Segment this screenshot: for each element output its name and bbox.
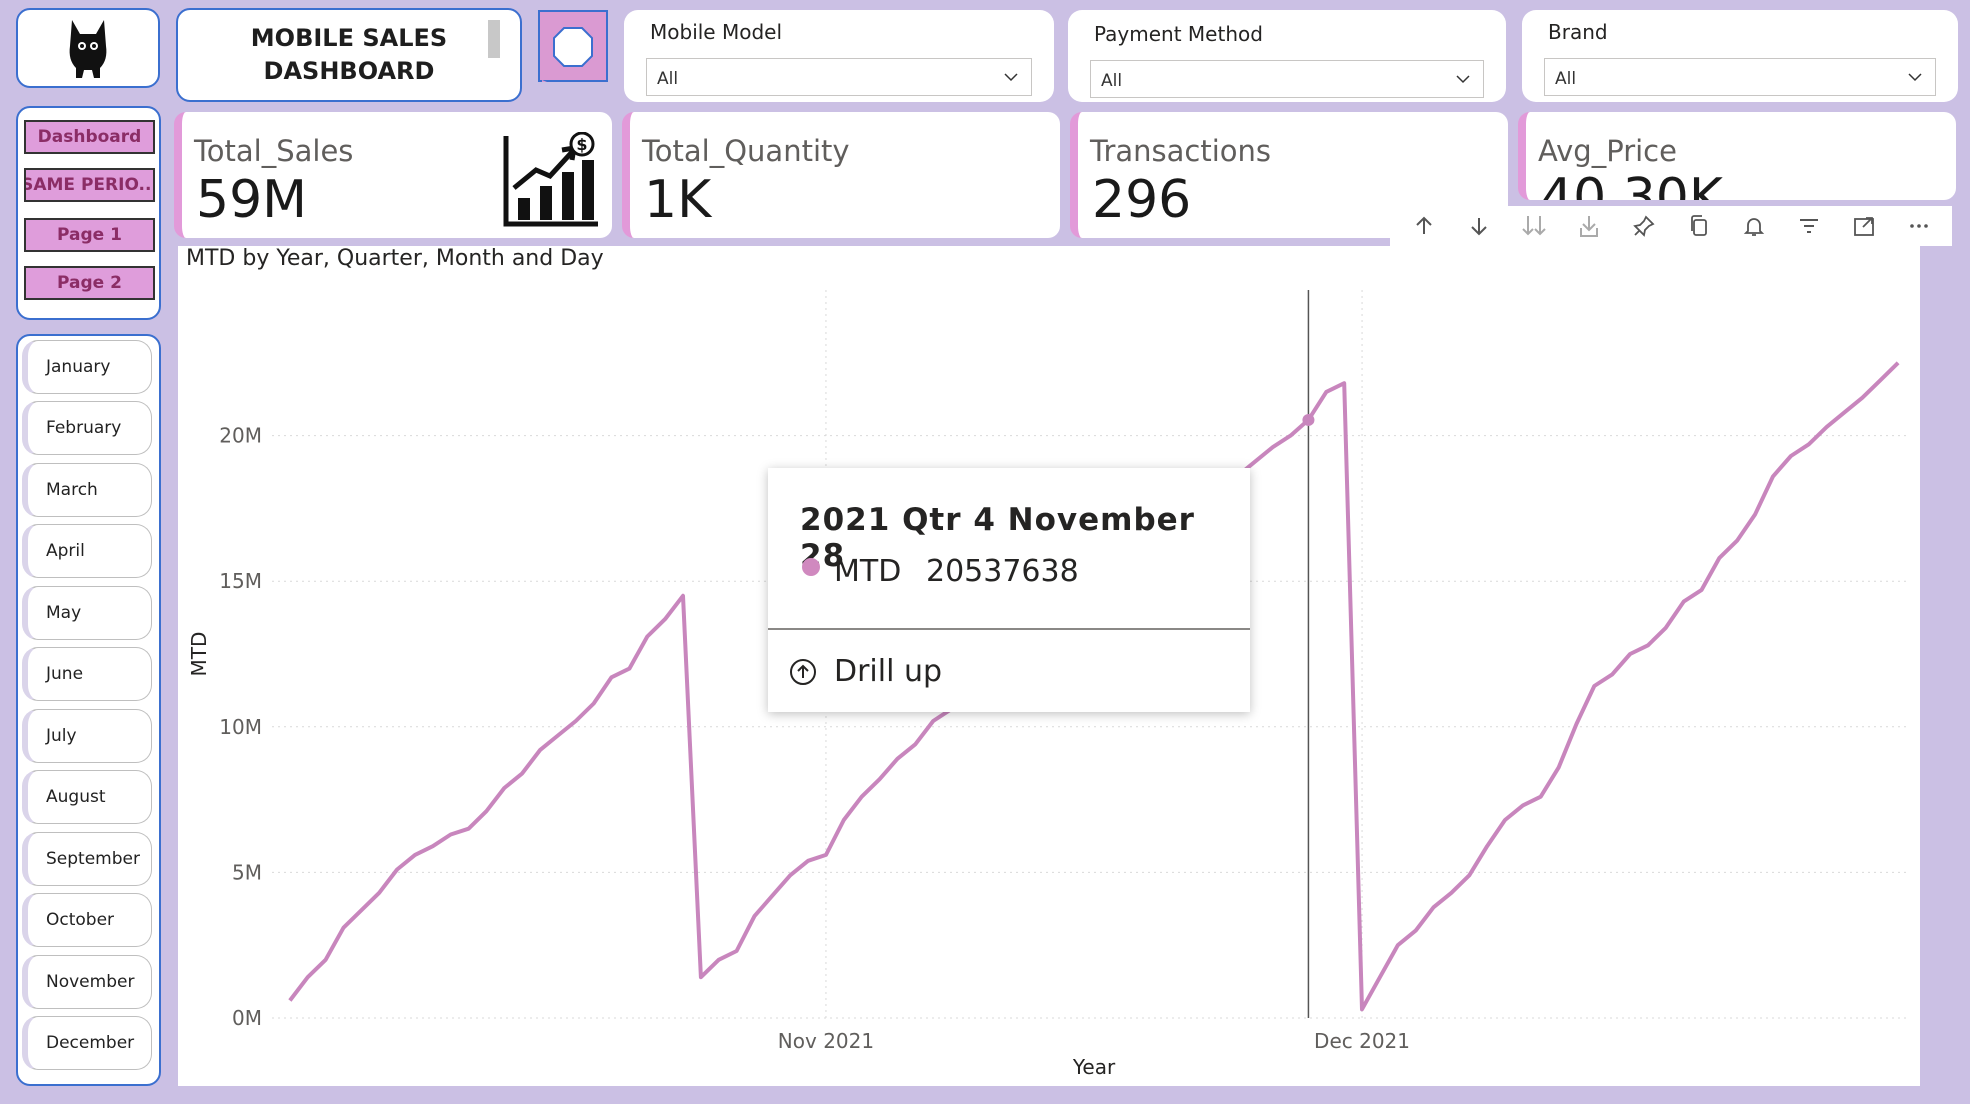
dropdown-value: All — [657, 69, 679, 89]
payment-method-slicer: Payment Method All — [1068, 10, 1506, 102]
month-january-button[interactable]: January — [22, 340, 152, 394]
month-may-button[interactable]: May — [22, 586, 152, 640]
kpi-avg-price: Avg_Price 40.30K — [1518, 112, 1956, 200]
visual-header-toolbar — [1390, 206, 1952, 246]
logo — [16, 8, 160, 88]
y-tick-label: 20M — [219, 424, 262, 448]
filter-icon[interactable] — [1791, 208, 1827, 244]
y-tick-label: 5M — [232, 860, 262, 884]
kpi-label: Total_Sales — [194, 134, 354, 168]
y-tick-label: 15M — [219, 569, 262, 593]
drill-up-circle-icon — [790, 658, 816, 685]
slicer-label: Mobile Model — [650, 20, 783, 44]
more-options-icon[interactable] — [1901, 208, 1937, 244]
kpi-value: 296 — [1092, 170, 1192, 230]
bell-icon[interactable] — [1736, 208, 1772, 244]
slicer-label: Payment Method — [1094, 22, 1263, 46]
x-tick-label: Nov 2021 — [778, 1029, 874, 1053]
next-level-icon[interactable] — [1516, 208, 1552, 244]
dropdown-value: All — [1101, 71, 1123, 91]
octagon-icon — [542, 27, 593, 82]
month-slicer: January February March April May June Ju… — [16, 334, 161, 1086]
nav-page1-button[interactable]: Page 1 — [24, 218, 155, 252]
y-axis-label: MTD — [187, 632, 211, 677]
kpi-value: 40.30K — [1540, 168, 1723, 200]
kpi-label: Avg_Price — [1538, 134, 1677, 168]
kpi-label: Transactions — [1090, 134, 1272, 168]
octagon-shape-button[interactable] — [538, 10, 608, 82]
month-november-button[interactable]: November — [22, 955, 152, 1009]
y-tick-label: 0M — [232, 1006, 262, 1030]
nav-page2-button[interactable]: Page 2 — [24, 266, 155, 300]
month-october-button[interactable]: October — [22, 893, 152, 947]
slicer-label: Brand — [1548, 20, 1608, 44]
drill-up-button[interactable]: Drill up — [788, 654, 942, 689]
svg-text:$: $ — [576, 135, 587, 154]
mobile-model-dropdown[interactable]: All — [646, 58, 1032, 96]
tooltip-metric-label: MTD — [834, 554, 902, 589]
month-december-button[interactable]: December — [22, 1016, 152, 1070]
kpi-label: Total_Quantity — [642, 134, 850, 168]
month-march-button[interactable]: March — [22, 463, 152, 517]
title-scrollbar[interactable] — [488, 20, 500, 58]
month-february-button[interactable]: February — [22, 401, 152, 455]
chart-title: MTD by Year, Quarter, Month and Day — [186, 246, 604, 271]
kpi-value: 59M — [196, 170, 308, 230]
x-tick-label: Dec 2021 — [1314, 1029, 1410, 1053]
brand-dropdown[interactable]: All — [1544, 58, 1936, 96]
nav-same-period-button[interactable]: SAME PERIO... — [24, 168, 155, 202]
dashboard-title-box: MOBILE SALES DASHBOARD — [176, 8, 522, 102]
data-tooltip: 2021 Qtr 4 November 28 MTD 20537638 Dril… — [768, 468, 1250, 712]
month-september-button[interactable]: September — [22, 832, 152, 886]
copy-icon[interactable] — [1681, 208, 1717, 244]
nav-dashboard-button[interactable]: Dashboard — [24, 120, 155, 154]
month-april-button[interactable]: April — [22, 524, 152, 578]
page-navigation: Dashboard SAME PERIO... Page 1 Page 2 — [16, 106, 161, 320]
focus-mode-icon[interactable] — [1846, 208, 1882, 244]
sales-chart-dollar-icon: $ — [503, 132, 598, 227]
chevron-down-icon — [1004, 73, 1018, 82]
x-axis-label: Year — [1072, 1055, 1116, 1079]
pin-icon[interactable] — [1626, 208, 1662, 244]
payment-method-dropdown[interactable]: All — [1090, 60, 1484, 98]
expand-hierarchy-icon[interactable] — [1571, 208, 1607, 244]
tooltip-metric-value: 20537638 — [926, 554, 1079, 589]
cat-logo-icon — [69, 20, 107, 78]
tooltip-divider — [768, 628, 1250, 630]
hover-data-point[interactable] — [1302, 413, 1315, 426]
kpi-total-quantity: Total_Quantity 1K — [622, 112, 1060, 238]
drill-up-arrow-icon[interactable] — [1406, 208, 1442, 244]
dropdown-value: All — [1555, 69, 1577, 89]
month-july-button[interactable]: July — [22, 709, 152, 763]
month-june-button[interactable]: June — [22, 647, 152, 701]
chevron-down-icon — [1456, 75, 1470, 84]
page-title: MOBILE SALES DASHBOARD — [250, 24, 448, 85]
brand-slicer: Brand All — [1522, 10, 1958, 102]
series-legend-dot — [802, 558, 820, 576]
month-august-button[interactable]: August — [22, 770, 152, 824]
kpi-value: 1K — [644, 170, 712, 230]
mobile-model-slicer: Mobile Model All — [624, 10, 1054, 102]
kpi-total-sales: Total_Sales 59M $ — [174, 112, 612, 238]
chevron-down-icon — [1908, 73, 1922, 82]
drill-down-arrow-icon[interactable] — [1461, 208, 1497, 244]
y-tick-label: 10M — [219, 715, 262, 739]
drill-up-label: Drill up — [834, 654, 943, 689]
